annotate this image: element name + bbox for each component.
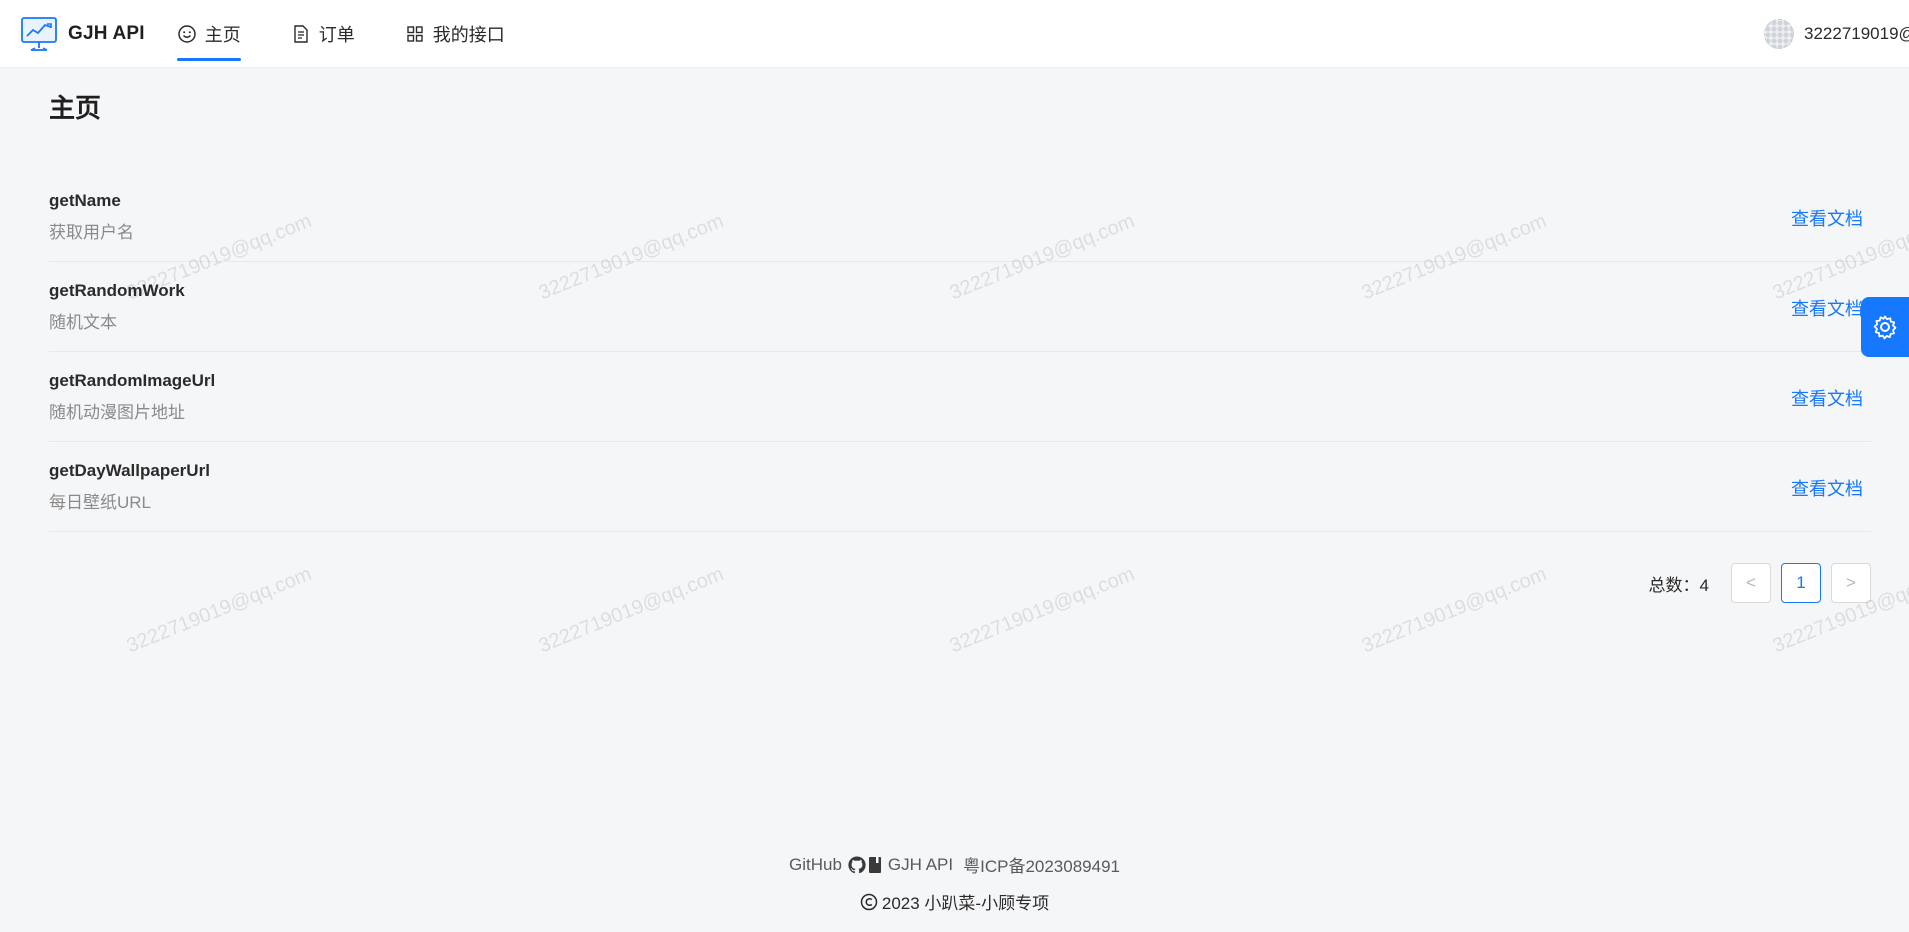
github-link[interactable]: GitHub	[789, 855, 842, 875]
nav-label: 主页	[204, 24, 241, 45]
copyright-icon	[860, 893, 878, 910]
prev-page-button[interactable]: <	[1731, 563, 1771, 603]
view-docs-link[interactable]: 查看文档	[1791, 385, 1863, 411]
monitor-chart-icon	[21, 16, 57, 51]
nav-label: 订单	[318, 24, 355, 45]
api-name: getRandomImageUrl	[49, 371, 216, 390]
api-name: getRandomWork	[49, 281, 185, 300]
brand-logo-link[interactable]: GJH API	[20, 0, 145, 68]
user-name: 3222719019@qq.com	[1804, 24, 1909, 43]
list-item: getRandomImageUrl 随机动漫图片地址 查看文档	[49, 352, 1871, 442]
copyright-text: 2023 小趴菜-小顾专项	[881, 894, 1050, 913]
next-page-button[interactable]: >	[1831, 563, 1871, 603]
list-item: getDayWallpaperUrl 每日壁纸URL 查看文档	[49, 442, 1871, 532]
list-item: getName 获取用户名 查看文档	[49, 172, 1871, 262]
watermark-text: 3222719019@qq.com	[123, 562, 315, 658]
smile-icon	[177, 24, 196, 43]
top-header: GJH API 主页 订单 我的接口 3222719019	[0, 0, 1909, 68]
list-item: getRandomWork 随机文本 查看文档	[49, 262, 1871, 352]
footer-links: GitHub GJH API 粤ICP备2023089491	[0, 852, 1909, 877]
chevron-left-icon: <	[1746, 573, 1756, 592]
watermark-text: 3222719019@qq.com	[946, 562, 1138, 658]
footer-copyright: 2023 小趴菜-小顾专项	[0, 889, 1909, 914]
watermark-text: 3222719019@qq.com	[1358, 562, 1550, 658]
view-docs-link[interactable]: 查看文档	[1791, 295, 1863, 321]
user-menu[interactable]: 3222719019@qq.com	[1764, 0, 1909, 68]
book-icon[interactable]	[867, 856, 883, 874]
file-icon	[294, 24, 308, 43]
api-name: getName	[49, 191, 121, 210]
avatar	[1764, 19, 1794, 49]
main-nav: 主页 订单 我的接口	[176, 0, 555, 68]
api-description: 获取用户名	[49, 223, 134, 242]
icp-link[interactable]: 粤ICP备2023089491	[963, 852, 1120, 877]
nav-item-orders[interactable]: 订单	[291, 0, 355, 68]
api-name: getDayWallpaperUrl	[49, 461, 210, 480]
chevron-right-icon: >	[1846, 573, 1856, 592]
appstore-icon	[407, 25, 423, 42]
api-description: 随机文本	[49, 313, 117, 332]
api-list: getName 获取用户名 查看文档 getRandomWork 随机文本 查看…	[49, 172, 1871, 532]
api-description: 随机动漫图片地址	[49, 403, 185, 422]
gear-icon	[1873, 315, 1897, 340]
pagination: 总数：4 < 1 >	[1649, 563, 1871, 603]
nav-item-home[interactable]: 主页	[176, 0, 241, 68]
api-description: 每日壁纸URL	[49, 493, 152, 512]
page-title: 主页	[49, 93, 102, 123]
nav-item-my-apis[interactable]: 我的接口	[405, 0, 505, 68]
brand-link[interactable]: GJH API	[888, 855, 953, 875]
view-docs-link[interactable]: 查看文档	[1791, 475, 1863, 501]
nav-label: 我的接口	[432, 24, 505, 45]
settings-drawer-button[interactable]	[1861, 297, 1909, 357]
pagination-total: 总数：4	[1648, 575, 1709, 595]
github-icon[interactable]	[847, 855, 867, 875]
brand-name: GJH API	[68, 22, 145, 44]
view-docs-link[interactable]: 查看文档	[1791, 205, 1863, 231]
watermark-text: 3222719019@qq.com	[535, 562, 727, 658]
page-number-button[interactable]: 1	[1781, 563, 1821, 603]
